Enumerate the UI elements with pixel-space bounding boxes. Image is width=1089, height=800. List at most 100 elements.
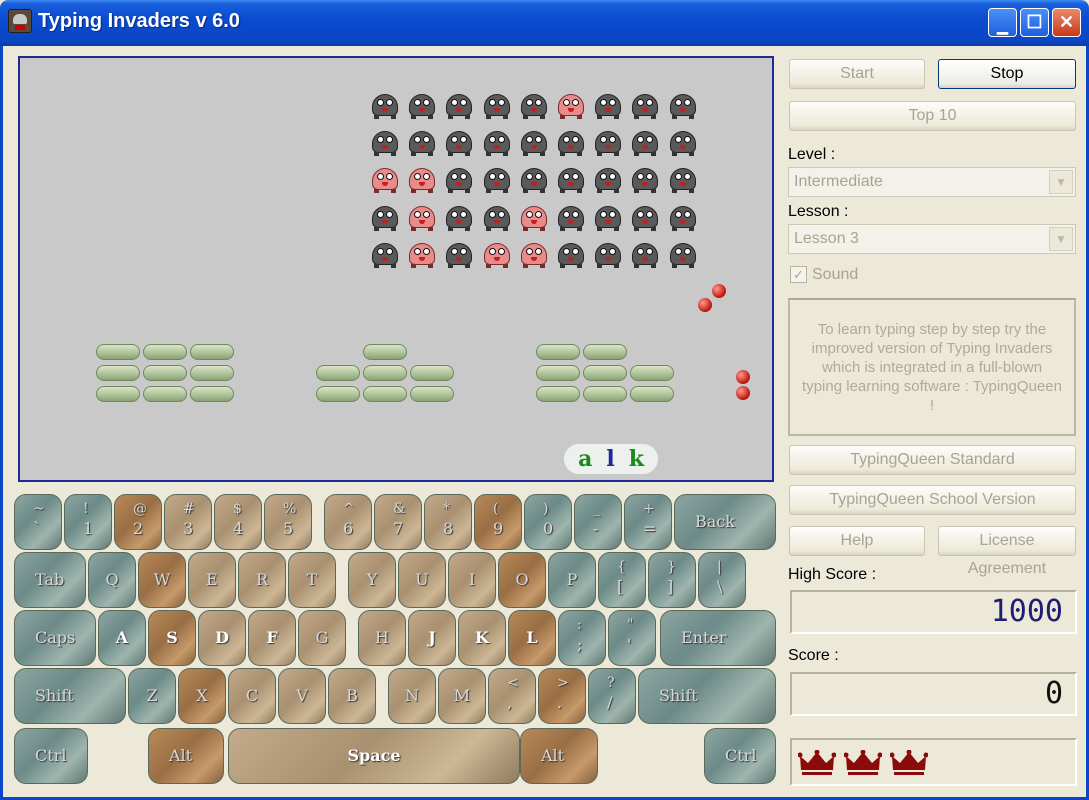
- close-button[interactable]: ✕: [1052, 8, 1081, 37]
- key-w[interactable]: W: [138, 552, 186, 608]
- key-0[interactable]: ) 0: [524, 494, 572, 550]
- key-equals[interactable]: + =: [624, 494, 672, 550]
- key-alt-right[interactable]: Alt: [520, 728, 598, 784]
- key-u[interactable]: U: [398, 552, 446, 608]
- key-shift-label: (: [493, 501, 499, 517]
- key-comma[interactable]: <,: [488, 668, 536, 724]
- key-n[interactable]: N: [388, 668, 436, 724]
- key-shift-left[interactable]: Shift: [14, 668, 126, 724]
- target-char: k: [628, 446, 644, 472]
- shield-brick: [536, 365, 580, 381]
- key-b[interactable]: B: [328, 668, 376, 724]
- minimize-button[interactable]: ▁: [988, 8, 1017, 37]
- key-7[interactable]: & 7: [374, 494, 422, 550]
- key-g[interactable]: G: [298, 610, 346, 666]
- key-k[interactable]: K: [458, 610, 506, 666]
- license-agreement-button[interactable]: License Agreement: [938, 526, 1076, 577]
- key-a[interactable]: A: [98, 610, 146, 666]
- key-6[interactable]: ^ 6: [324, 494, 372, 550]
- key-8[interactable]: * 8: [424, 494, 472, 550]
- key-i[interactable]: I: [448, 552, 496, 608]
- key-9[interactable]: (9: [474, 494, 522, 550]
- key-slash[interactable]: ? /: [588, 668, 636, 724]
- key-tilde[interactable]: ~ `: [14, 494, 62, 550]
- top10-button[interactable]: Top 10: [789, 101, 1076, 131]
- promo-info-box: To learn typing step by step try the imp…: [788, 298, 1076, 436]
- key-e[interactable]: E: [188, 552, 236, 608]
- key-f[interactable]: F: [248, 610, 296, 666]
- key-r[interactable]: R: [238, 552, 286, 608]
- key-enter[interactable]: Enter: [660, 610, 776, 666]
- key-t[interactable]: T: [288, 552, 336, 608]
- invader: [444, 127, 474, 157]
- key-period[interactable]: >.: [538, 668, 586, 724]
- sound-checkbox[interactable]: ✓: [790, 266, 807, 283]
- key-m[interactable]: M: [438, 668, 486, 724]
- key-tab[interactable]: Tab: [14, 552, 86, 608]
- shield-brick: [363, 386, 407, 402]
- shield-brick: [143, 344, 187, 360]
- chevron-down-icon[interactable]: ▼: [1049, 227, 1073, 251]
- key-caps[interactable]: Caps: [14, 610, 96, 666]
- key-space[interactable]: Space: [228, 728, 520, 784]
- typingqueen-school-button[interactable]: TypingQueen School Version: [789, 485, 1076, 515]
- key-x[interactable]: X: [178, 668, 226, 724]
- key-main-label: 6: [343, 519, 354, 538]
- typingqueen-standard-button[interactable]: TypingQueen Standard: [789, 445, 1076, 475]
- help-button[interactable]: Help: [789, 526, 925, 556]
- key-y[interactable]: Y: [348, 552, 396, 608]
- key-backspace[interactable]: Back: [674, 494, 776, 550]
- chevron-down-icon[interactable]: ▼: [1049, 170, 1073, 194]
- key-quote[interactable]: " ': [608, 610, 656, 666]
- lesson-select[interactable]: Lesson 3 ▼: [788, 224, 1076, 254]
- level-select[interactable]: Intermediate ▼: [788, 167, 1076, 197]
- key-alt-left[interactable]: Alt: [148, 728, 224, 784]
- invader: [519, 127, 549, 157]
- key-label: D: [215, 628, 229, 647]
- key-backslash[interactable]: | \: [698, 552, 746, 608]
- key-main-label: 0: [543, 519, 554, 538]
- key-5[interactable]: % 5: [264, 494, 312, 550]
- key-d[interactable]: D: [198, 610, 246, 666]
- key-o[interactable]: O: [498, 552, 546, 608]
- key-1[interactable]: ! 1: [64, 494, 112, 550]
- invader: [482, 90, 512, 120]
- key-minus[interactable]: _ -: [574, 494, 622, 550]
- key-4[interactable]: $4: [214, 494, 262, 550]
- key-z[interactable]: Z: [128, 668, 176, 724]
- invader: [630, 164, 660, 194]
- key-h[interactable]: H: [358, 610, 406, 666]
- key-j[interactable]: J: [408, 610, 456, 666]
- invader: [444, 202, 474, 232]
- key-label: O: [515, 570, 529, 589]
- key-p[interactable]: P: [548, 552, 596, 608]
- projectile-ball: [712, 284, 726, 298]
- window-title: Typing Invaders v 6.0: [38, 10, 240, 32]
- maximize-button[interactable]: ☐: [1020, 8, 1049, 37]
- key-2[interactable]: @2: [114, 494, 162, 550]
- invader: [593, 164, 623, 194]
- key-q[interactable]: Q: [88, 552, 136, 608]
- start-button[interactable]: Start: [789, 59, 925, 89]
- key-shift-label: $: [233, 501, 242, 517]
- invader: [444, 90, 474, 120]
- key-s[interactable]: S: [148, 610, 196, 666]
- key-shift-right[interactable]: Shift: [638, 668, 776, 724]
- key-bracket-right[interactable]: }]: [648, 552, 696, 608]
- shield-brick: [410, 386, 454, 402]
- key-ctrl-left[interactable]: Ctrl: [14, 728, 88, 784]
- crown-icon: [844, 750, 882, 775]
- key-ctrl-right[interactable]: Ctrl: [704, 728, 776, 784]
- key-l[interactable]: L: [508, 610, 556, 666]
- sound-label[interactable]: Sound: [812, 266, 858, 284]
- key-semicolon[interactable]: :;: [558, 610, 606, 666]
- stop-button[interactable]: Stop: [938, 59, 1076, 89]
- key-v[interactable]: V: [278, 668, 326, 724]
- game-area[interactable]: a l k: [18, 56, 774, 482]
- key-c[interactable]: C: [228, 668, 276, 724]
- shield-brick: [630, 365, 674, 381]
- virtual-keyboard: ~ `! 1 @2 #3 $4% 5 ^ 6 & 7 * 8(9) 0 _ - + = Back Tab Q W E R T Y U…: [14, 490, 778, 788]
- typing-target: a l k: [562, 442, 660, 476]
- key-bracket-left[interactable]: {[: [598, 552, 646, 608]
- key-3[interactable]: #3: [164, 494, 212, 550]
